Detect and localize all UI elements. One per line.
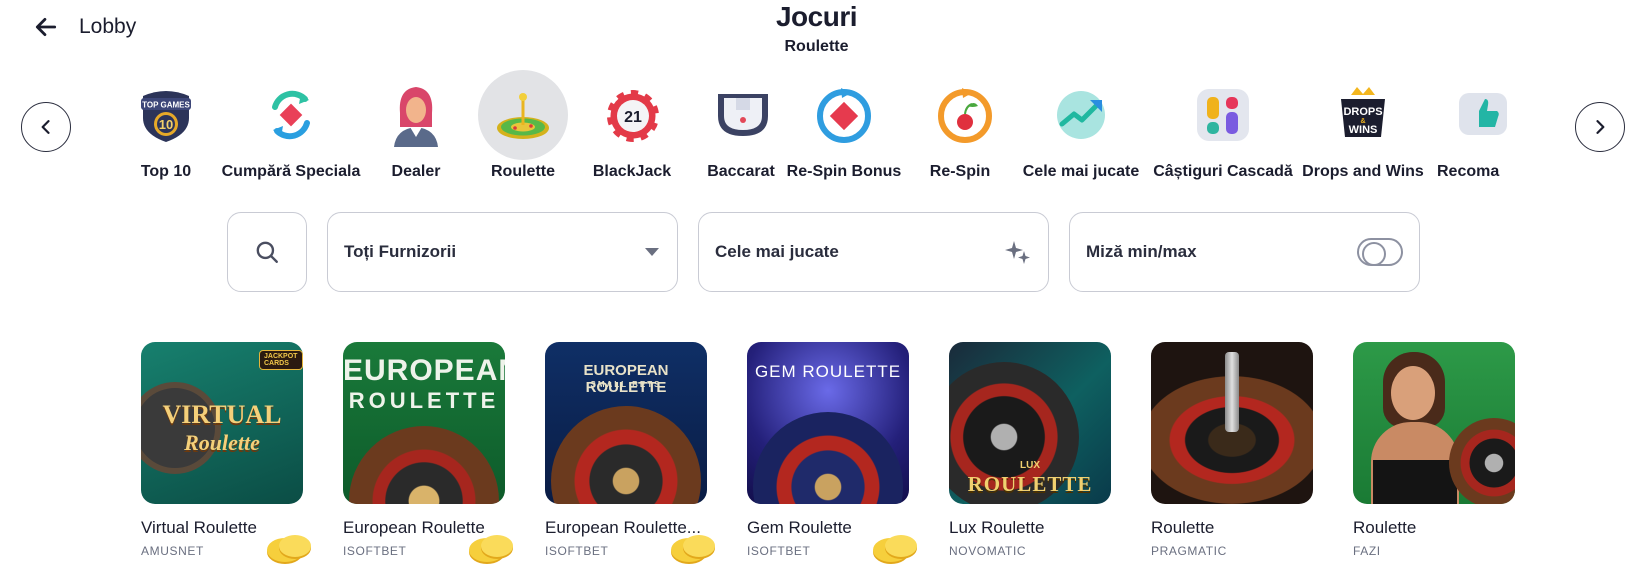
roulette-wheel-icon [478, 70, 568, 160]
category-blackjack[interactable]: 21 BlackJack [588, 70, 676, 181]
providers-dropdown-label: Toți Furnizorii [344, 242, 457, 261]
thumb-title: ROULETTE [967, 472, 1093, 496]
thumb-title: VIRTUAL [162, 400, 282, 429]
category-label: Top 10 [140, 163, 192, 180]
baccarat-table-icon [698, 70, 788, 160]
category-baccarat[interactable]: Baccarat [698, 70, 784, 181]
category-recommended[interactable]: Recoma [1437, 70, 1560, 181]
stake-toggle[interactable] [1357, 238, 1403, 266]
game-name: Roulette [1353, 518, 1417, 537]
category-label: Roulette [491, 163, 555, 180]
game-provider: FAZI [1353, 544, 1381, 558]
category-label: Dealer [391, 163, 441, 180]
game-thumbnail [1151, 342, 1313, 504]
sort-selector-label: Cele mai jucate [715, 242, 839, 261]
recommended-icon [1455, 70, 1511, 160]
drops-and-wins-icon: DROPS & WINS [1318, 70, 1408, 160]
game-card[interactable]: EUROPEAN ROULETTE SMALL BETS European Ro… [545, 342, 715, 564]
stake-filter: Miză min/max [1069, 212, 1420, 292]
blackjack-chip-icon: 21 [588, 70, 678, 160]
search-button[interactable] [227, 212, 307, 292]
game-provider: NOVOMATIC [949, 544, 1027, 558]
game-name: Lux Roulette [949, 518, 1045, 537]
category-label: Cele mai jucate [1022, 163, 1140, 180]
providers-dropdown[interactable]: Toți Furnizorii [327, 212, 678, 292]
buy-feature-icon [246, 70, 336, 160]
category-most-played[interactable]: Cele mai jucate [1017, 70, 1145, 181]
page-header: Lobby Jocuri Roulette [0, 0, 1633, 66]
game-card[interactable]: Roulette PRAGMATIC [1151, 342, 1313, 558]
game-thumbnail: LUX ROULETTE [949, 342, 1111, 504]
game-thumbnail: EUROPEAN ROULETTE SMALL BETS [545, 342, 707, 504]
category-respin[interactable]: Re-Spin [920, 70, 1000, 181]
svg-text:10: 10 [159, 117, 173, 132]
category-carousel: TOP GAMES 10 Top 10 Cumpără Speciala Dea… [120, 70, 1560, 182]
category-cascade-wins[interactable]: Câștiguri Cascadă [1153, 70, 1293, 181]
game-card[interactable]: JACKPOT CARDS VIRTUAL Roulette Virtual R… [141, 342, 311, 564]
stake-filter-label: Miză min/max [1086, 242, 1197, 261]
chevron-right-icon [1596, 120, 1605, 134]
svg-text:DROPS: DROPS [1343, 106, 1382, 118]
live-dealer-icon [371, 70, 461, 160]
category-label: BlackJack [592, 163, 672, 180]
page-title-group: Jocuri Roulette [0, 0, 1633, 56]
game-provider: PRAGMATIC [1151, 544, 1227, 558]
game-thumbnail: GEM ROULETTE [747, 342, 909, 504]
game-name: Roulette [1151, 518, 1215, 537]
thumb-subtitle: SMALL BETS [590, 380, 662, 389]
category-drops-and-wins[interactable]: DROPS & WINS Drops and Wins [1297, 70, 1429, 181]
caret-down-icon [645, 248, 659, 256]
category-label: Re-Spin [929, 163, 991, 180]
thumb-subtitle: ROULETTE [348, 388, 500, 413]
thumb-subtitle: LUX [1020, 460, 1040, 471]
gold-coins-icon [671, 535, 715, 564]
chevron-left-icon [41, 120, 50, 134]
svg-text:TOP GAMES: TOP GAMES [142, 101, 190, 110]
sparkle-sort-icon [1005, 241, 1030, 264]
svg-text:21: 21 [624, 109, 642, 126]
svg-text:WINS: WINS [1349, 124, 1378, 136]
category-label: Câștiguri Cascadă [1153, 163, 1293, 180]
game-card[interactable]: EUROPEAN ROULETTE European Roulette ISOF… [343, 342, 513, 564]
sort-selector[interactable]: Cele mai jucate [698, 212, 1049, 292]
game-card[interactable]: GEM ROULETTE Gem Roulette ISOFTBET [747, 342, 917, 564]
page-subtitle: Roulette [784, 38, 849, 55]
category-respin-bonus[interactable]: Re-Spin Bonus [786, 70, 902, 181]
cascade-wins-icon [1178, 70, 1268, 160]
category-label: Re-Spin Bonus [786, 163, 902, 180]
game-thumbnail: EUROPEAN ROULETTE [343, 342, 505, 504]
category-buy-feature[interactable]: Cumpără Speciala [218, 70, 364, 181]
search-icon [256, 241, 278, 263]
thumb-title: GEM ROULETTE [754, 362, 902, 381]
jackpot-badge: JACKPOT CARDS [259, 350, 303, 370]
game-thumbnail [1353, 342, 1515, 504]
thumb-subtitle: Roulette [184, 430, 260, 455]
category-label: Cumpără Speciala [221, 163, 361, 180]
category-label: Drops and Wins [1302, 163, 1424, 180]
gold-coins-icon [873, 535, 917, 564]
trending-icon [1036, 70, 1126, 160]
page-title: Jocuri [775, 1, 858, 32]
category-roulette[interactable]: Roulette [478, 70, 568, 181]
respin-bonus-icon [799, 70, 889, 160]
gold-coins-icon [469, 535, 513, 564]
thumb-title: EUROPEAN ROULETTE [583, 362, 669, 396]
category-label: Recoma [1437, 163, 1500, 180]
game-thumbnail: JACKPOT CARDS VIRTUAL Roulette [141, 342, 303, 504]
game-card[interactable]: Roulette FAZI [1353, 342, 1515, 558]
category-top-10[interactable]: TOP GAMES 10 Top 10 [120, 70, 212, 181]
top-games-badge-icon: TOP GAMES 10 [121, 70, 211, 160]
thumb-title: EUROPEAN [343, 354, 505, 387]
respin-cherry-icon [920, 70, 1010, 160]
carousel-next-button[interactable] [1575, 102, 1625, 152]
carousel-prev-button[interactable] [21, 102, 71, 152]
game-card[interactable]: LUX ROULETTE Lux Roulette NOVOMATIC [949, 342, 1111, 558]
category-dealer[interactable]: Dealer [370, 70, 462, 181]
category-label: Baccarat [707, 163, 775, 180]
gold-coins-icon [267, 535, 311, 564]
